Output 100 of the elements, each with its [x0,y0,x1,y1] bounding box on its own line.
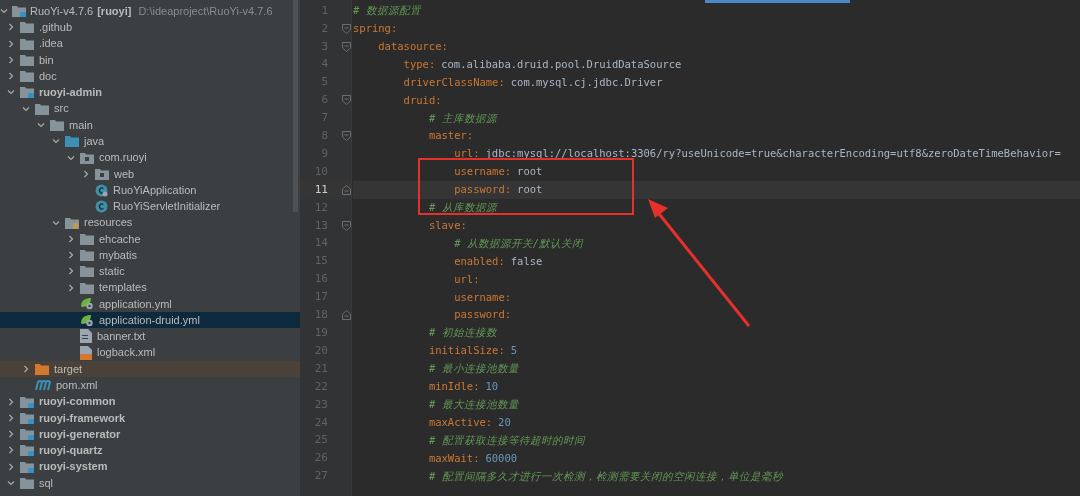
code-comment: # 配置获取连接等待超时的时间 [428,432,585,448]
leaf-gear-icon [80,297,94,311]
file-name: main [69,117,93,133]
yaml-value: jdbc:mysql://localhost:3306/ry?useUnicode=true&characterEncoding=utf8&zeroDateTimeBehavior= [485,146,1061,162]
code-comment: # 配置间隔多久才进行一次检测，检测需要关闭的空闲连接，单位是毫秒 [428,468,783,484]
text-file-icon [80,329,92,344]
tree-row[interactable]: ruoyi-generator [0,425,300,443]
tree-row[interactable]: com.ruoyi [0,149,300,166]
tree-row[interactable]: RuoYiServletInitializer [0,198,300,215]
tree-row[interactable]: pom.xml [0,377,300,394]
tree-row[interactable]: ehcache [0,230,300,247]
fold-icon[interactable] [342,95,351,106]
yaml-key: driverClassName: [403,74,505,91]
leaf-gear-icon [80,313,94,327]
fold-icon[interactable] [342,220,351,231]
tree-row[interactable]: java [0,133,300,150]
module-folder-icon [20,86,34,99]
tree-row[interactable]: web [0,165,300,182]
tree-row[interactable]: resources [0,214,300,231]
yaml-key: maxWait: [428,450,480,467]
file-name: ruoyi-generator [39,426,121,442]
tree-row[interactable]: .github [0,19,300,36]
fold-icon[interactable] [342,23,351,34]
tree-row[interactable]: logback.xml [0,344,300,361]
tree-row[interactable]: ruoyi-framework [0,409,300,426]
tree-row[interactable]: bin [0,51,300,69]
tree-row[interactable]: RuoYiApplication [0,181,300,199]
code-comment: # 主库数据源 [428,110,497,126]
file-name: .idea [39,36,63,52]
chevron-down-icon[interactable] [52,218,60,227]
yaml-key: minIdle: [428,379,480,395]
chevron-down-icon[interactable] [7,478,15,487]
tree-row[interactable]: .idea [0,35,300,52]
file-name: application.yml [99,296,172,312]
file-name: ruoyi-common [39,394,116,410]
folder-icon [20,53,34,66]
tree-row[interactable]: main [0,116,300,134]
yaml-key: initialSize: [428,343,505,360]
file-name: ruoyi-framework [39,410,126,426]
tree-row[interactable]: ruoyi-quartz [0,442,300,459]
tree-row[interactable]: target [0,360,300,378]
folder-icon [20,70,34,83]
tree-row[interactable]: RuoYi-v4.7.6 [ruoyi] D:\ideaproject\RuoYi-v4.7.6 [0,3,300,20]
tree-row[interactable]: sql [0,474,300,491]
tree-row[interactable]: ruoyi-common [0,393,300,410]
tree-row[interactable]: mybatis [0,247,300,264]
tree-row[interactable]: banner.txt [0,328,300,345]
folder-icon [80,249,94,262]
yaml-value: 20 [498,414,511,430]
tree-row[interactable]: doc [0,68,300,85]
tree-row[interactable]: src [0,100,300,117]
code-comment: # 从库数据源 [428,200,497,216]
yaml-key: slave: [428,217,467,234]
m-letter-icon [35,379,51,392]
module-folder-icon [20,460,34,473]
tree-row[interactable]: ruoyi-system [0,458,300,475]
code-comment: # 从数据源开关/默认关闭 [454,235,584,251]
project-name: RuoYi-v4.7.6 [30,3,94,19]
chevron-down-icon[interactable] [0,7,8,16]
tree-row[interactable]: templates [0,279,300,296]
chevron-right-icon[interactable] [82,169,90,178]
folder-icon [80,232,94,245]
yaml-value: false [510,253,543,269]
code-comment: # 最大连接池数量 [428,397,519,412]
yaml-value: com.alibaba.druid.pool.DruidDataSource [441,56,682,72]
yaml-key: datasource: [378,38,448,55]
folder-icon [50,119,64,131]
source-folder-icon [65,135,79,148]
folder-icon [80,265,94,278]
fold-icon[interactable] [342,310,351,321]
file-name: web [114,166,135,182]
tree-row[interactable]: application-druid.yml [0,312,300,329]
file-name: ruoyi-admin [39,85,102,101]
module-folder-icon [12,5,26,18]
file-name: com.ruoyi [99,150,147,166]
yaml-key: enabled: [454,253,505,270]
file-name: static [99,264,125,280]
yaml-key: maxActive: [428,414,493,431]
fold-icon[interactable] [342,41,351,52]
module-folder-icon [20,395,34,408]
file-name: ehcache [99,231,141,247]
fold-icon[interactable] [342,185,351,195]
yaml-value: root [517,182,543,198]
file-name: mybatis [99,247,137,263]
yaml-value: 10 [485,379,499,395]
yaml-key: druid: [403,92,442,109]
yaml-key: password: [454,307,512,324]
fold-icon[interactable] [342,131,351,142]
yaml-key: url: [454,271,480,288]
tree-row[interactable]: ruoyi-admin [0,84,300,101]
folder-icon [20,21,34,34]
file-name: .github [39,20,73,36]
yaml-value: 60000 [485,450,518,466]
tree-row[interactable]: application.yml [0,295,300,313]
folder-icon [35,102,49,115]
file-name: java [84,134,105,149]
chevron-right-icon[interactable] [22,364,30,373]
file-name: src [54,101,69,117]
folder-icon [80,281,94,294]
tree-row[interactable]: static [0,263,300,280]
